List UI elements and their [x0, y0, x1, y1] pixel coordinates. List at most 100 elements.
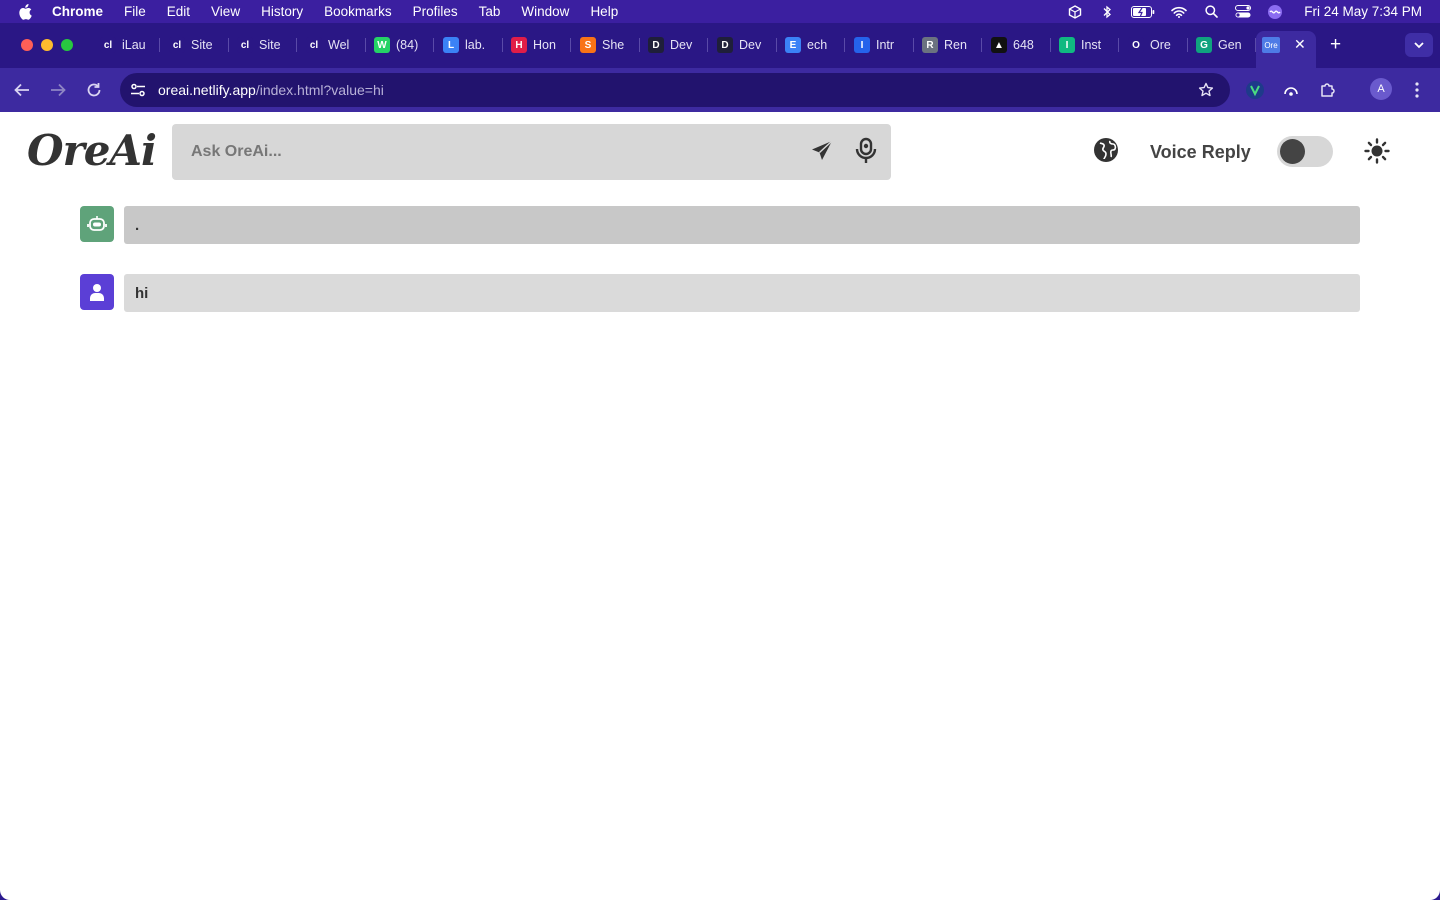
tab-favicon-icon: O — [1128, 37, 1144, 53]
menu-window[interactable]: Window — [521, 4, 569, 19]
browser-tab[interactable]: cl iLau — [100, 34, 160, 56]
oreai-page: OreAi Voice Reply . hi — [0, 112, 1440, 900]
microphone-icon[interactable] — [854, 137, 878, 165]
tab-separator — [296, 38, 297, 52]
tab-favicon-icon: cl — [306, 37, 322, 53]
browser-tab[interactable]: G Gen — [1196, 34, 1256, 56]
back-arrow-icon — [14, 83, 29, 97]
browser-tab[interactable]: R Ren — [922, 34, 982, 56]
browser-tab[interactable]: ▲ 648 — [991, 34, 1051, 56]
tab-separator — [1118, 38, 1119, 52]
toggle-knob — [1280, 139, 1305, 164]
menu-edit[interactable]: Edit — [167, 4, 190, 19]
spotlight-search-icon[interactable] — [1202, 5, 1220, 19]
menu-bookmarks[interactable]: Bookmarks — [324, 4, 392, 19]
voice-reply-toggle[interactable] — [1277, 136, 1333, 167]
menu-view[interactable]: View — [211, 4, 240, 19]
wifi-icon[interactable] — [1170, 5, 1188, 19]
tab-label: lab. — [465, 38, 486, 52]
tab-separator — [913, 38, 914, 52]
tab-label: Dev — [739, 38, 762, 52]
browser-tab[interactable]: H Hon — [511, 34, 571, 56]
active-tab-favicon: Ore — [1262, 37, 1280, 53]
browser-tab[interactable]: cl Site — [169, 34, 229, 56]
tab-separator — [844, 38, 845, 52]
menu-file[interactable]: File — [124, 4, 146, 19]
tab-separator — [433, 38, 434, 52]
chrome-menu-icon[interactable] — [1407, 80, 1427, 100]
browser-tab[interactable]: Eech — [785, 34, 845, 56]
send-icon[interactable] — [810, 139, 834, 163]
profile-avatar[interactable]: A — [1370, 78, 1392, 100]
ask-input[interactable] — [172, 124, 772, 180]
tab-favicon-icon: D — [648, 37, 664, 53]
tab-separator — [639, 38, 640, 52]
control-center-icon[interactable] — [1234, 5, 1252, 19]
tab-separator — [159, 38, 160, 52]
tab-favicon-icon: G — [1196, 37, 1212, 53]
extensions-puzzle-icon[interactable] — [1318, 80, 1338, 100]
robot-icon — [87, 216, 107, 231]
tab-label: Intr — [876, 38, 895, 52]
tab-label: (84) — [396, 38, 419, 52]
browser-tab[interactable]: W (84) — [374, 34, 434, 56]
menu-tab[interactable]: Tab — [479, 4, 501, 19]
tab-label: Inst — [1081, 38, 1102, 52]
tab-separator — [707, 38, 708, 52]
tab-favicon-icon: I — [854, 37, 870, 53]
user-icon — [90, 284, 104, 301]
tab-favicon-icon: R — [922, 37, 938, 53]
browser-tab[interactable]: Llab. — [443, 34, 503, 56]
menu-history[interactable]: History — [261, 4, 303, 19]
siri-icon[interactable] — [1266, 4, 1284, 19]
oreai-logo[interactable]: OreAi — [27, 126, 157, 175]
browser-tab[interactable]: I Inst — [1059, 34, 1119, 56]
globe-icon[interactable] — [1093, 137, 1119, 163]
bot-avatar — [80, 206, 114, 242]
url-path: /index.html?value=hi — [255, 82, 384, 98]
sun-theme-icon[interactable] — [1364, 138, 1390, 164]
tab-separator — [1187, 38, 1188, 52]
chat-message-user: hi — [80, 274, 1360, 312]
battery-icon[interactable] — [1130, 5, 1156, 19]
bluetooth-icon[interactable] — [1098, 5, 1116, 19]
url-host: oreai.netlify.app — [158, 82, 256, 98]
browser-tab[interactable]: cl Wel — [306, 34, 366, 56]
menu-profiles[interactable]: Profiles — [413, 4, 458, 19]
menubar-clock[interactable]: Fri 24 May 7:34 PM — [1304, 4, 1422, 19]
window-minimize-button[interactable] — [41, 39, 53, 51]
window-close-button[interactable] — [21, 39, 33, 51]
address-bar[interactable]: oreai.netlify.app/index.html?value=hi — [120, 73, 1230, 107]
browser-tab[interactable]: cl Site — [237, 34, 297, 56]
chat-message-bot: . — [80, 206, 1360, 244]
tab-search-button[interactable] — [1405, 33, 1433, 57]
browser-tab[interactable]: S She — [580, 34, 640, 56]
browser-tab[interactable]: D Dev — [717, 34, 777, 56]
tab-label: Gen — [1218, 38, 1242, 52]
menu-chrome[interactable]: Chrome — [52, 4, 103, 19]
site-info-icon[interactable] — [130, 82, 146, 98]
forward-arrow-icon — [51, 83, 66, 97]
tab-label: Wel — [328, 38, 350, 52]
tab-separator — [1050, 38, 1051, 52]
apple-menu-icon[interactable] — [18, 3, 34, 20]
tab-label: Hon — [533, 38, 556, 52]
forward-button[interactable] — [47, 79, 69, 101]
window-zoom-button[interactable] — [61, 39, 73, 51]
cube-status-icon[interactable] — [1066, 4, 1084, 19]
new-tab-button[interactable]: + — [1330, 34, 1341, 56]
vue-devtools-extension-icon[interactable] — [1245, 80, 1265, 100]
back-button[interactable] — [11, 79, 33, 101]
url-text[interactable]: oreai.netlify.app/index.html?value=hi — [158, 82, 384, 98]
browser-tab[interactable]: O Ore — [1128, 34, 1188, 56]
close-tab-icon[interactable]: ✕ — [1294, 36, 1306, 53]
chrome-toolbar: oreai.netlify.app/index.html?value=hi A — [0, 68, 1440, 112]
menu-help[interactable]: Help — [590, 4, 618, 19]
reload-button[interactable] — [83, 79, 105, 101]
browser-tab[interactable]: I Intr — [854, 34, 914, 56]
bookmark-star-icon[interactable] — [1198, 82, 1214, 98]
browser-tab[interactable]: D Dev — [648, 34, 708, 56]
extension-icon[interactable] — [1281, 80, 1301, 100]
tab-favicon-icon: S — [580, 37, 596, 53]
tab-favicon-icon: H — [511, 37, 527, 53]
